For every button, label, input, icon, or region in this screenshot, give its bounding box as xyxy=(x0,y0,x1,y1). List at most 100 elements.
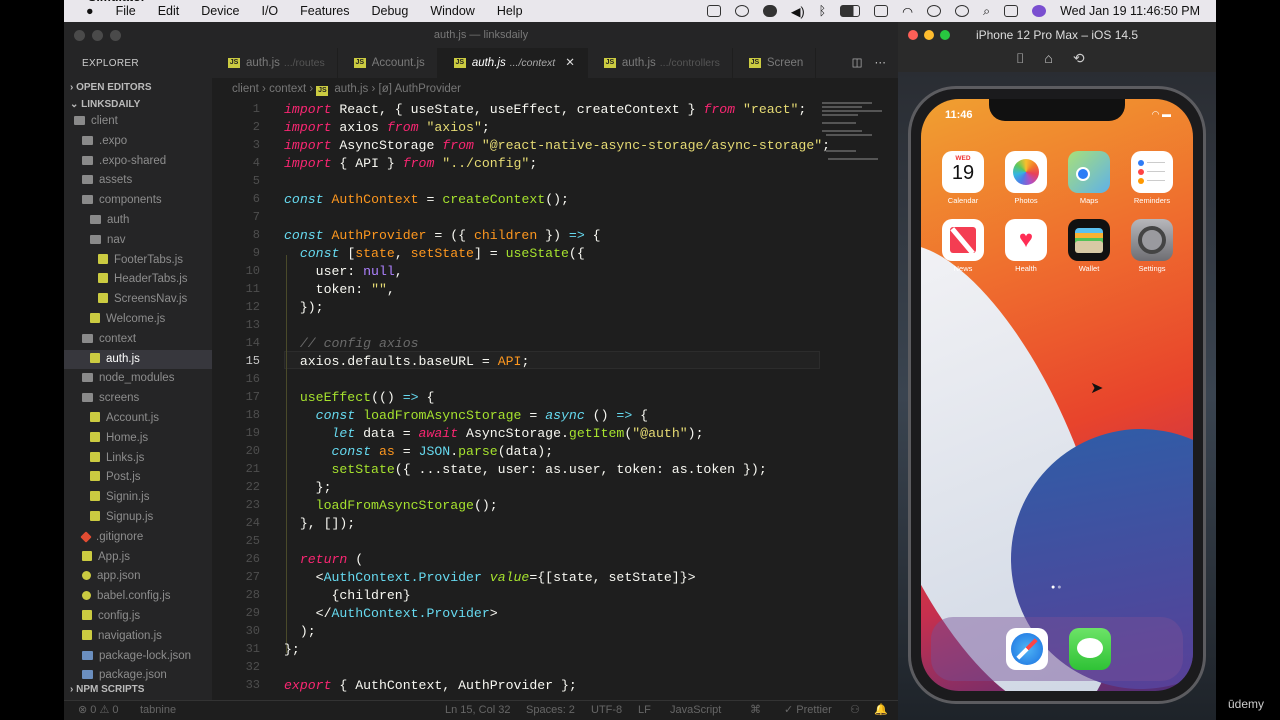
breadcrumb-item[interactable]: auth.js xyxy=(334,83,368,95)
page-indicator[interactable]: ● ● xyxy=(1051,584,1061,591)
line-ending[interactable]: LF xyxy=(638,701,651,720)
tree-item[interactable]: babel.config.js xyxy=(64,587,212,607)
code-line[interactable]: export { AuthContext, AuthProvider }; xyxy=(284,678,577,693)
tree-item[interactable]: package-lock.json xyxy=(64,647,212,667)
menu-io[interactable]: I/O xyxy=(261,4,278,18)
maps-app-icon[interactable] xyxy=(1068,151,1110,193)
language-mode[interactable]: JavaScript xyxy=(670,701,721,720)
tree-item[interactable]: App.js xyxy=(64,548,212,568)
code-line[interactable]: import React, { useState, useEffect, cre… xyxy=(284,102,806,117)
code-line[interactable]: user: null, xyxy=(284,264,403,279)
tab-account[interactable]: JS Account.js xyxy=(338,48,438,78)
iphone-screen[interactable]: 11:46 ◠ ▬ WED 19 Calendar Photos Maps Re… xyxy=(921,99,1193,691)
menu-debug[interactable]: Debug xyxy=(372,4,409,18)
prettier-status[interactable]: ✓ Prettier xyxy=(784,701,832,720)
tree-item[interactable]: .expo-shared xyxy=(64,152,212,172)
project-section[interactable]: ⌄ LINKSDAILY xyxy=(64,98,212,112)
battery-icon[interactable] xyxy=(840,5,861,17)
tree-item[interactable]: ScreensNav.js xyxy=(64,290,212,310)
menu-features[interactable]: Features xyxy=(300,4,349,18)
code-line[interactable]: }; xyxy=(284,642,300,657)
code-line[interactable]: {children} xyxy=(284,588,410,603)
rotate-icon[interactable]: ⟲ xyxy=(1073,50,1085,67)
feedback-icon[interactable]: ⌘ xyxy=(750,701,761,720)
menu-device[interactable]: Device xyxy=(201,4,239,18)
settings-app-icon[interactable] xyxy=(1131,219,1173,261)
volume-icon[interactable]: ◀) xyxy=(791,4,805,19)
siri-icon[interactable] xyxy=(1032,5,1047,17)
minimize-window-button[interactable] xyxy=(92,30,103,41)
code-line[interactable]: }); xyxy=(284,300,324,315)
tree-item[interactable]: Welcome.js xyxy=(64,310,212,330)
notifications-icon[interactable]: 🔔 xyxy=(874,701,888,720)
close-tab-icon[interactable]: ✕ xyxy=(565,48,575,78)
breadcrumb-item[interactable]: context xyxy=(269,83,306,95)
menubar-clock[interactable]: Wed Jan 19 11:46:50 PM xyxy=(1060,4,1200,18)
broadcast-icon[interactable]: ⚇ xyxy=(850,701,860,720)
tabnine-status[interactable]: tabnine xyxy=(140,701,176,720)
tree-item[interactable]: auth xyxy=(64,211,212,231)
code-line[interactable]: import axios from "axios"; xyxy=(284,120,490,135)
code-line[interactable]: // config axios xyxy=(284,336,419,351)
more-actions-icon[interactable]: ⋯ xyxy=(875,48,887,78)
home-icon[interactable]: ⌂ xyxy=(1044,50,1052,67)
reminders-app-icon[interactable] xyxy=(1131,151,1173,193)
control-center-icon[interactable] xyxy=(1004,5,1019,17)
screenshot-icon[interactable]: ⌷ xyxy=(1016,50,1024,67)
npm-scripts-section[interactable]: › NPM SCRIPTS xyxy=(64,680,212,700)
tab-auth-routes[interactable]: JS auth.js .../routes xyxy=(212,48,338,78)
breadcrumb-item[interactable]: client xyxy=(232,83,259,95)
code-line[interactable]: token: "", xyxy=(284,282,395,297)
clock-icon[interactable] xyxy=(955,5,970,17)
messages-app-icon[interactable] xyxy=(1069,628,1111,670)
code-line[interactable]: const [state, setState] = useState({ xyxy=(284,246,585,261)
health-app-icon[interactable]: ♥ xyxy=(1005,219,1047,261)
bluetooth-icon[interactable]: ᛒ xyxy=(819,4,827,18)
breadcrumb-item[interactable]: AuthProvider xyxy=(395,83,461,95)
safari-app-icon[interactable] xyxy=(1006,628,1048,670)
code-line[interactable]: }, []); xyxy=(284,516,355,531)
open-editors-section[interactable]: › OPEN EDITORS xyxy=(64,78,212,98)
tab-auth-controllers[interactable]: JS auth.js .../controllers xyxy=(588,48,733,78)
tree-item[interactable]: Account.js xyxy=(64,409,212,429)
code-line[interactable]: }; xyxy=(284,480,332,495)
wallet-app-icon[interactable] xyxy=(1068,219,1110,261)
zoom-window-button[interactable] xyxy=(110,30,121,41)
split-editor-icon[interactable]: ◫ xyxy=(852,48,863,78)
tree-item[interactable]: Signin.js xyxy=(64,488,212,508)
code-line[interactable]: ); xyxy=(284,624,316,639)
photos-app-icon[interactable] xyxy=(1005,151,1047,193)
creative-cloud-icon[interactable] xyxy=(734,5,749,17)
code-line[interactable]: import AsyncStorage from "@react-native-… xyxy=(284,138,830,153)
camera-icon[interactable] xyxy=(706,5,721,17)
code-line[interactable]: setState({ ...state, user: as.user, toke… xyxy=(284,462,766,477)
code-line[interactable]: useEffect(() => { xyxy=(284,390,435,405)
code-line[interactable]: const as = JSON.parse(data); xyxy=(284,444,553,459)
tree-item[interactable]: config.js xyxy=(64,607,212,627)
code-line[interactable]: import { API } from "../config"; xyxy=(284,156,537,171)
tree-item[interactable]: client xyxy=(64,112,212,132)
menu-window[interactable]: Window xyxy=(430,4,474,18)
tree-item[interactable]: auth.js xyxy=(64,349,212,370)
tree-item[interactable]: .expo xyxy=(64,132,212,152)
user-icon[interactable] xyxy=(927,5,942,17)
code-line[interactable]: loadFromAsyncStorage(); xyxy=(284,498,498,513)
tree-item[interactable]: screens xyxy=(64,389,212,409)
cloud-icon[interactable] xyxy=(762,5,777,17)
tree-item[interactable]: components xyxy=(64,191,212,211)
encoding[interactable]: UTF-8 xyxy=(591,701,622,720)
tree-item[interactable]: FooterTabs.js xyxy=(64,251,212,271)
code-line[interactable]: const AuthProvider = ({ children }) => { xyxy=(284,228,601,243)
news-app-icon[interactable] xyxy=(942,219,984,261)
tree-item[interactable]: HeaderTabs.js xyxy=(64,270,212,290)
cursor-position[interactable]: Ln 15, Col 32 xyxy=(445,701,510,720)
calendar-app-icon[interactable]: WED 19 xyxy=(942,151,984,193)
tree-item[interactable]: assets xyxy=(64,171,212,191)
menu-help[interactable]: Help xyxy=(497,4,523,18)
code-line[interactable]: let data = await AsyncStorage.getItem("@… xyxy=(284,426,703,441)
tree-item[interactable]: Home.js xyxy=(64,429,212,449)
tree-item[interactable]: navigation.js xyxy=(64,627,212,647)
tree-item[interactable]: nav xyxy=(64,231,212,251)
wifi-icon[interactable]: ◠ xyxy=(902,4,913,19)
tab-screen[interactable]: JS Screen xyxy=(733,48,817,78)
